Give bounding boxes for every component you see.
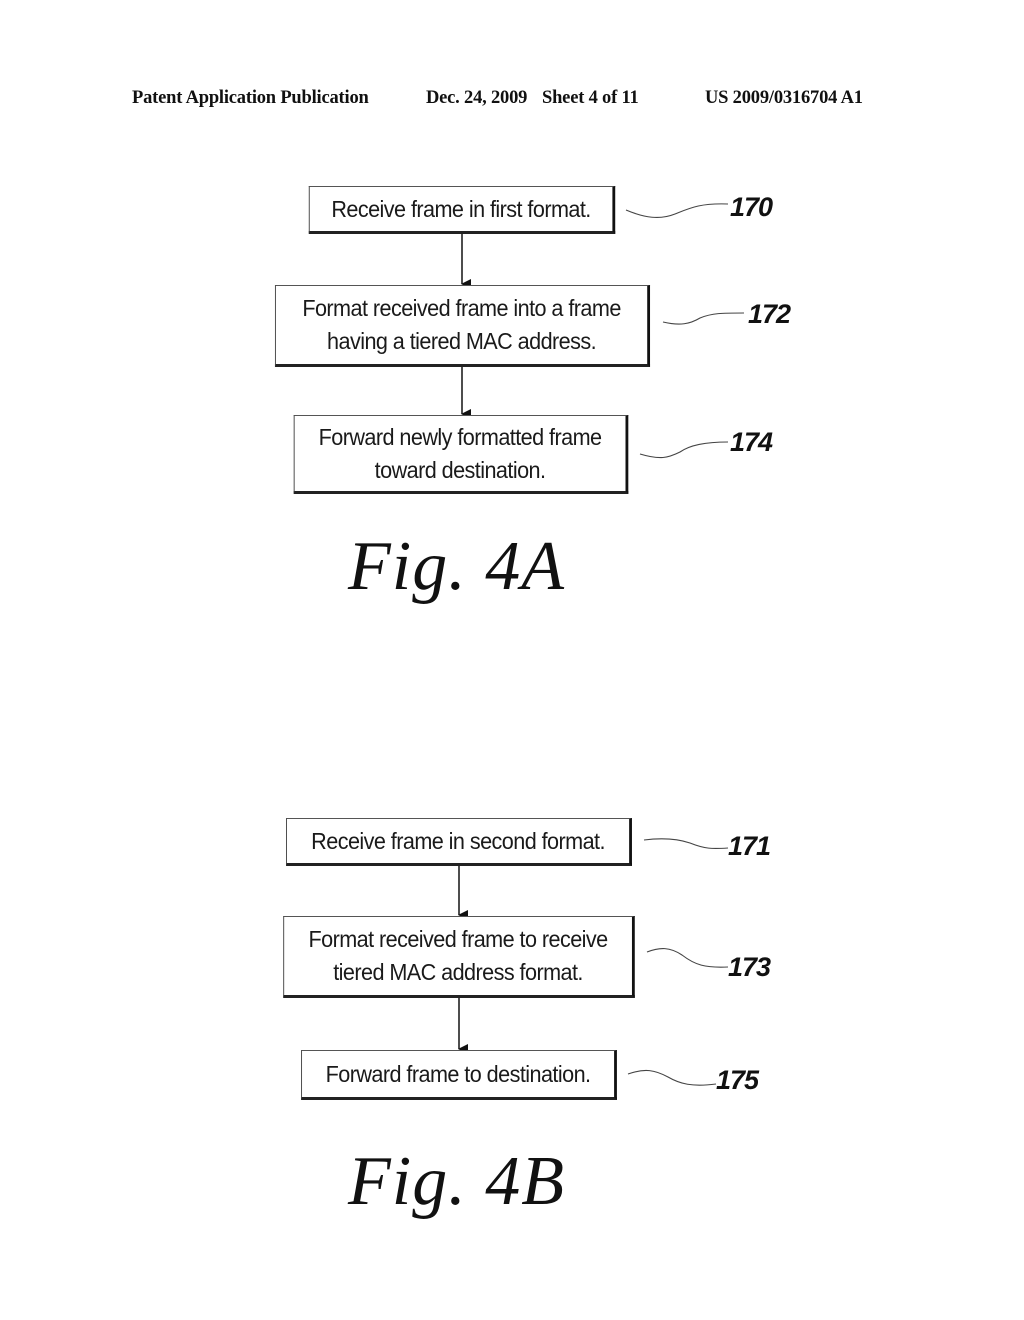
reference-numeral-174: 174 [730,427,773,457]
patent-number: US 2009/0316704 A1 [705,88,863,108]
reference-numeral-171: 171 [728,831,771,861]
figure-label-4a: Fig. 4A [348,528,565,605]
step-box-172: Format received frame into a frame havin… [274,285,651,367]
step-text: having a tiered MAC address. [327,328,597,354]
leader-line-170 [625,203,729,219]
reference-numeral-173: 173 [728,952,771,982]
leader-line-172 [662,312,745,325]
publication-date: Dec. 24, 2009 [426,88,528,108]
step-box-173: Format received frame to receive tiered … [283,916,635,998]
reference-numeral-172: 172 [748,299,791,329]
leader-line-173 [646,948,729,968]
step-box-174: Forward newly formatted frame toward des… [293,415,629,494]
leader-line-174 [639,441,729,459]
step-box-170: Receive frame in first format. [308,186,616,234]
step-text: Receive frame in first format. [331,195,591,222]
step-box-175: Forward frame to destination. [301,1050,617,1100]
step-text: Receive frame in second format. [311,827,605,854]
reference-numeral-175: 175 [716,1065,759,1095]
leader-line-175 [627,1069,717,1086]
leader-line-171 [643,838,729,850]
step-box-171: Receive frame in second format. [286,818,632,866]
sheet-number: Sheet 4 of 11 [542,88,639,108]
step-text: Format received frame to receive [308,926,608,952]
step-text: tiered MAC address format. [333,959,583,985]
step-text: Format received frame into a frame [302,295,621,321]
step-text: toward destination. [374,456,546,483]
publication-type: Patent Application Publication [132,88,369,108]
figure-label-4b: Fig. 4B [348,1143,565,1220]
step-text: Forward frame to destination. [325,1060,591,1087]
reference-numeral-170: 170 [730,192,773,222]
step-text: Forward newly formatted frame [318,423,602,450]
